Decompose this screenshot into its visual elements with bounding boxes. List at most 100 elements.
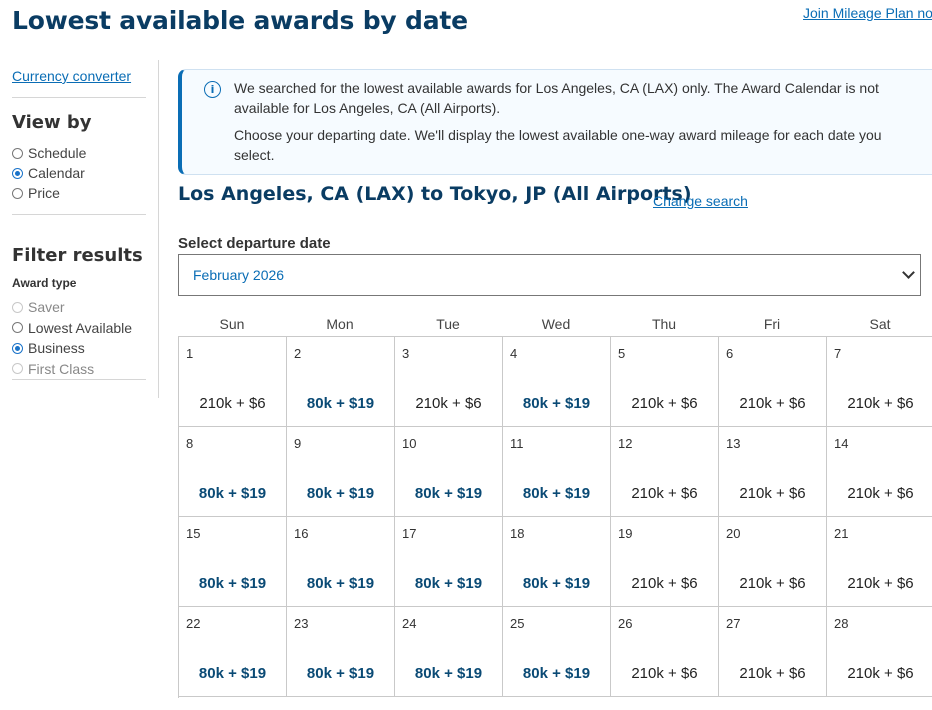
calendar-day-4[interactable]: 4 80k + $19 xyxy=(503,337,611,427)
award-price: 210k + $6 xyxy=(739,665,806,682)
day-number: 26 xyxy=(618,616,633,631)
calendar-day-10[interactable]: 10 80k + $19 xyxy=(395,427,503,517)
radio-button[interactable] xyxy=(12,147,23,159)
calendar-day-20[interactable]: 20 210k + $6 xyxy=(719,517,827,607)
award-type-label: Award type xyxy=(12,276,77,290)
day-number: 23 xyxy=(294,616,309,631)
notice-text-1: We searched for the lowest available awa… xyxy=(234,80,879,116)
calendar-day-28[interactable]: 28 210k + $6 xyxy=(827,607,932,697)
day-number: 7 xyxy=(834,346,842,361)
page-title: Lowest available awards by date xyxy=(12,6,468,35)
day-number: 4 xyxy=(510,346,518,361)
award-price: 80k + $19 xyxy=(414,665,483,682)
day-number: 25 xyxy=(510,616,525,631)
calendar-day-17[interactable]: 17 80k + $19 xyxy=(395,517,503,607)
calendar-day-27[interactable]: 27 210k + $6 xyxy=(719,607,827,697)
radio-label: Business xyxy=(28,340,85,356)
calendar-day-18[interactable]: 18 80k + $19 xyxy=(503,517,611,607)
award-price: 80k + $19 xyxy=(198,575,267,592)
award-calendar: 1 210k + $6 2 80k + $19 3 210k + $6 4 80k + $19… xyxy=(178,336,932,698)
calendar-day-16[interactable]: 16 80k + $19 xyxy=(287,517,395,607)
award-price: 210k + $6 xyxy=(199,395,266,412)
award-price: 210k + $6 xyxy=(631,395,698,412)
month-select[interactable]: February 2026 xyxy=(178,254,921,296)
calendar-day-21[interactable]: 21 210k + $6 xyxy=(827,517,932,607)
calendar-day-5[interactable]: 5 210k + $6 xyxy=(611,337,719,427)
weekday-sat: Sat xyxy=(869,316,891,332)
calendar-day-6[interactable]: 6 210k + $6 xyxy=(719,337,827,427)
day-number: 11 xyxy=(510,436,524,451)
award-price: 80k + $19 xyxy=(198,485,267,502)
calendar-day-26[interactable]: 26 210k + $6 xyxy=(611,607,719,697)
award-price: 80k + $19 xyxy=(522,665,591,682)
calendar-day-11[interactable]: 11 80k + $19 xyxy=(503,427,611,517)
day-number: 18 xyxy=(510,526,525,541)
award-price: 80k + $19 xyxy=(522,395,591,412)
month-select-value: February 2026 xyxy=(193,267,285,283)
weekday-wed: Wed xyxy=(541,316,571,332)
day-number: 10 xyxy=(402,436,417,451)
calendar-day-8[interactable]: 8 80k + $19 xyxy=(179,427,287,517)
day-number: 24 xyxy=(402,616,417,631)
day-number: 16 xyxy=(294,526,309,541)
calendar-day-3[interactable]: 3 210k + $6 xyxy=(395,337,503,427)
sidebar-divider xyxy=(12,214,146,215)
radio-button[interactable] xyxy=(12,342,23,354)
calendar-day-14[interactable]: 14 210k + $6 xyxy=(827,427,932,517)
calendar-day-23[interactable]: 23 80k + $19 xyxy=(287,607,395,697)
view-by-schedule-option[interactable]: Schedule xyxy=(12,144,86,162)
calendar-day-15[interactable]: 15 80k + $19 xyxy=(179,517,287,607)
calendar-day-24[interactable]: 24 80k + $19 xyxy=(395,607,503,697)
calendar-day-2[interactable]: 2 80k + $19 xyxy=(287,337,395,427)
award-price: 210k + $6 xyxy=(739,485,806,502)
currency-converter-link[interactable]: Currency converter xyxy=(12,68,131,84)
calendar-day-25[interactable]: 25 80k + $19 xyxy=(503,607,611,697)
sidebar-divider xyxy=(12,379,146,380)
weekday-mon: Mon xyxy=(326,316,354,332)
radio-button[interactable] xyxy=(12,167,23,179)
day-number: 14 xyxy=(834,436,849,451)
calendar-day-1[interactable]: 1 210k + $6 xyxy=(179,337,287,427)
calendar-day-13[interactable]: 13 210k + $6 xyxy=(719,427,827,517)
award-price: 210k + $6 xyxy=(847,395,914,412)
calendar-day-22[interactable]: 22 80k + $19 xyxy=(179,607,287,697)
day-number: 12 xyxy=(618,436,633,451)
day-number: 3 xyxy=(402,346,410,361)
calendar-day-7[interactable]: 7 210k + $6 xyxy=(827,337,932,427)
award-price: 80k + $19 xyxy=(522,485,591,502)
join-mileage-plan-link[interactable]: Join Mileage Plan no xyxy=(803,5,932,21)
calendar-day-19[interactable]: 19 210k + $6 xyxy=(611,517,719,607)
day-number: 28 xyxy=(834,616,849,631)
award-price: 80k + $19 xyxy=(414,485,483,502)
change-search-link[interactable]: Change search xyxy=(653,193,748,209)
award-price: 210k + $6 xyxy=(847,665,914,682)
award-type-saver-option: Saver xyxy=(12,298,65,316)
sidebar-divider xyxy=(12,97,146,98)
award-price: 80k + $19 xyxy=(306,485,375,502)
award-price: 80k + $19 xyxy=(522,575,591,592)
radio-button[interactable] xyxy=(12,187,23,199)
award-type-lowest-available-option[interactable]: Lowest Available xyxy=(12,319,132,337)
route-title: Los Angeles, CA (LAX) to Tokyo, JP (All … xyxy=(178,183,692,205)
award-price: 80k + $19 xyxy=(306,395,375,412)
award-price: 210k + $6 xyxy=(739,395,806,412)
radio-button[interactable] xyxy=(12,322,23,333)
day-number: 22 xyxy=(186,616,201,631)
award-price: 210k + $6 xyxy=(847,485,914,502)
calendar-day-9[interactable]: 9 80k + $19 xyxy=(287,427,395,517)
view-by-price-option[interactable]: Price xyxy=(12,184,60,202)
view-by-calendar-option[interactable]: Calendar xyxy=(12,164,85,182)
notice-text-2: Choose your departing date. We'll displa… xyxy=(234,127,882,163)
award-price: 210k + $6 xyxy=(847,575,914,592)
weekday-fri: Fri xyxy=(763,316,781,332)
day-number: 1 xyxy=(186,346,194,361)
award-type-business-option[interactable]: Business xyxy=(12,339,85,357)
day-number: 2 xyxy=(294,346,302,361)
info-icon: i xyxy=(204,81,221,98)
day-number: 6 xyxy=(726,346,734,361)
radio-label: Saver xyxy=(28,299,65,315)
radio-label: Price xyxy=(28,185,60,201)
award-price: 80k + $19 xyxy=(306,575,375,592)
chevron-down-icon xyxy=(902,266,915,279)
calendar-day-12[interactable]: 12 210k + $6 xyxy=(611,427,719,517)
